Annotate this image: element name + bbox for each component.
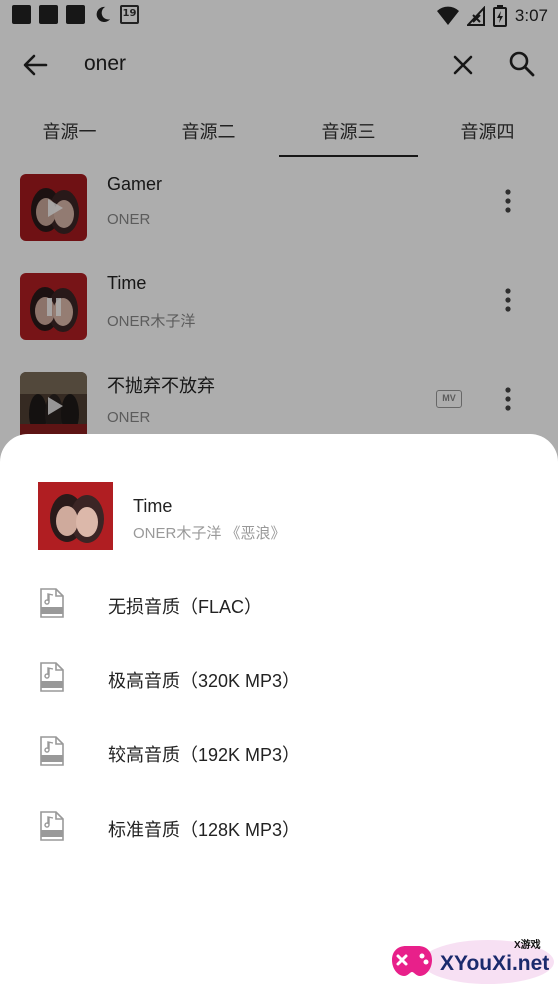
quality-label: 无损音质（FLAC） — [108, 597, 263, 617]
sheet-album-cover — [38, 482, 113, 550]
audio-file-icon — [40, 662, 64, 692]
quality-label: 标准音质（128K MP3） — [108, 820, 301, 840]
audio-file-icon — [40, 736, 64, 766]
quality-label: 较高音质（192K MP3） — [108, 745, 301, 765]
quality-option-192k[interactable]: 较高音质（192K MP3） — [0, 714, 558, 788]
quality-label: 极高音质（320K MP3） — [108, 671, 301, 691]
audio-file-icon — [40, 811, 64, 841]
quality-option-flac[interactable]: 无损音质（FLAC） — [0, 566, 558, 640]
sheet-song-title: Time — [133, 496, 173, 516]
quality-option-320k[interactable]: 极高音质（320K MP3） — [0, 640, 558, 714]
sheet-song-subtitle: ONER木子洋 《恶浪》 — [133, 525, 286, 542]
audio-file-icon — [40, 588, 64, 618]
watermark-tag: X游戏 — [514, 940, 541, 951]
quality-option-128k[interactable]: 标准音质（128K MP3） — [0, 789, 558, 863]
watermark-brand: XYouXi.net — [440, 952, 550, 975]
quality-bottom-sheet: Time ONER木子洋 《恶浪》 无损音质（FLAC） 极高音质（320K M… — [0, 434, 558, 992]
album-art-image — [38, 482, 113, 550]
